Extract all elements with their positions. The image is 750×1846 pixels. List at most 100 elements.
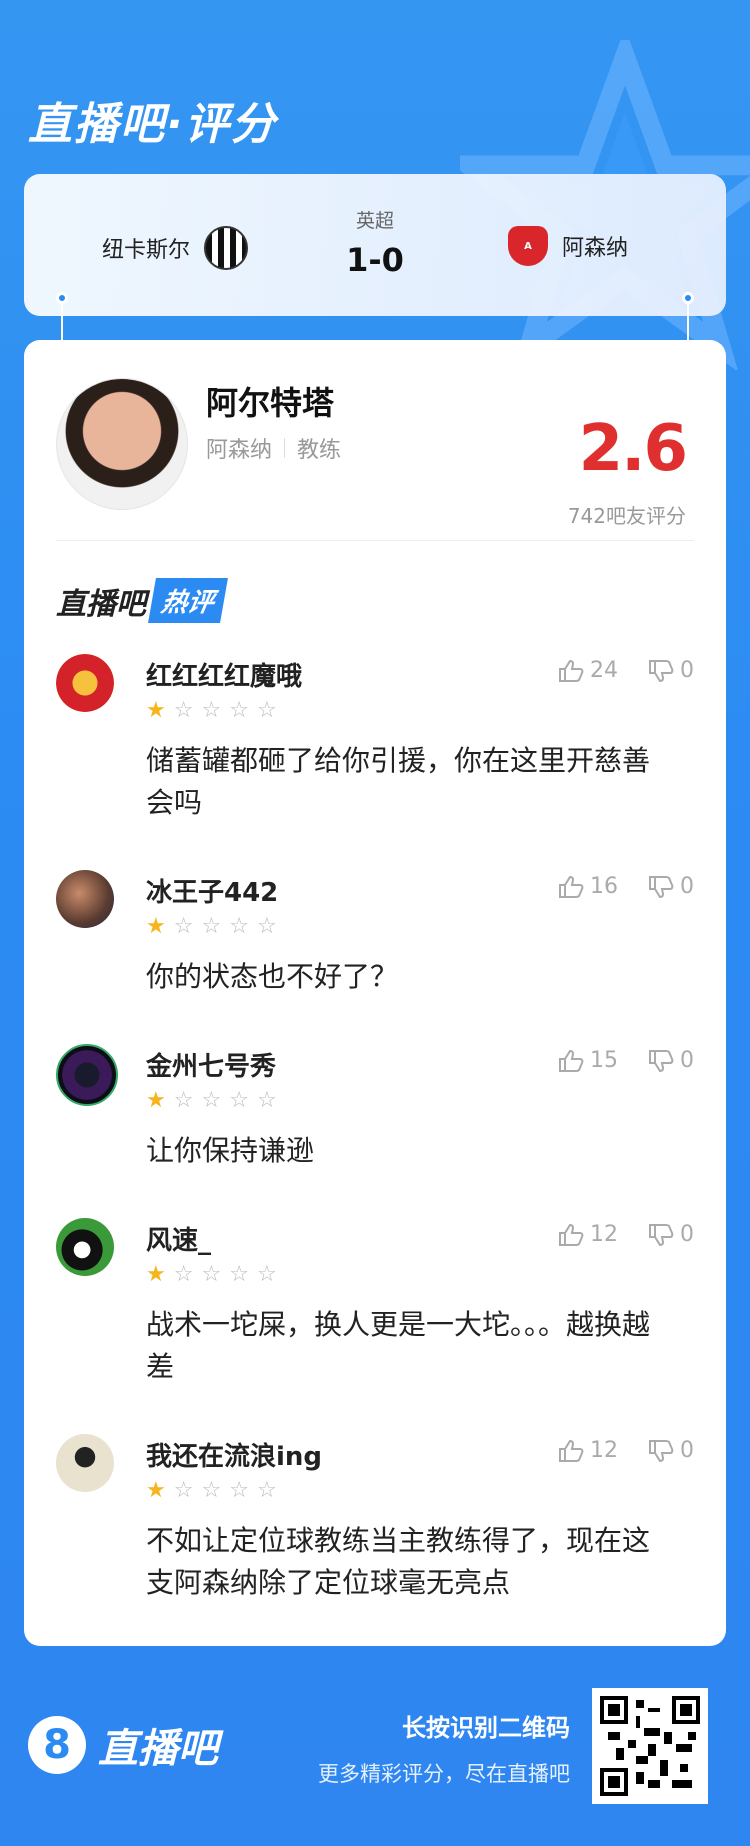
coach-team: 阿森纳 (206, 438, 273, 463)
star-empty-icon: ☆ (256, 1478, 277, 1503)
comment-item: 金州七号秀 ★ ☆ ☆ ☆ ☆ 15 0 让你保持谦逊 (56, 1044, 694, 1167)
star-empty-icon: ☆ (173, 1478, 194, 1503)
star-empty-icon: ☆ (173, 1262, 194, 1287)
billiard-ball-avatar (56, 1218, 114, 1276)
thumbs-down-icon (649, 659, 674, 682)
star-empty-icon: ☆ (256, 914, 277, 939)
dislike-count: 0 (680, 1222, 694, 1247)
star-empty-icon: ☆ (173, 914, 194, 939)
logo-mark-icon: 8 (28, 1716, 86, 1774)
star-filled-icon: ★ (146, 698, 166, 723)
comment-star-rating: ★ ☆ ☆ ☆ ☆ (146, 1264, 277, 1286)
comment-item: 冰王子442 ★ ☆ ☆ ☆ ☆ 16 0 你的状态也不好了？ (56, 870, 694, 993)
star-empty-icon: ☆ (256, 1088, 277, 1113)
qr-code[interactable] (592, 1688, 708, 1804)
star-empty-icon: ☆ (229, 914, 249, 939)
dislike-button[interactable]: 0 (648, 1222, 694, 1247)
dislike-count: 0 (680, 658, 694, 683)
coach-avatar (56, 378, 188, 510)
like-button[interactable]: 15 (558, 1048, 618, 1073)
comment-text: 你的状态也不好了？ (146, 960, 399, 993)
like-button[interactable]: 12 (558, 1438, 618, 1463)
hot-title-brand: 直播吧 (56, 586, 146, 622)
star-filled-icon: ★ (146, 1088, 166, 1113)
like-count: 24 (590, 658, 618, 683)
star-filled-icon: ★ (146, 914, 166, 939)
comment-item: 风速_ ★ ☆ ☆ ☆ ☆ 12 0 战术一坨屎，换人更是一大坨。。。越换越差 (56, 1218, 694, 1383)
page-title: 直播吧·评分 (28, 99, 277, 150)
star-empty-icon: ☆ (229, 1088, 249, 1113)
comment-text: 不如让定位球教练当主教练得了，现在这支阿森纳除了定位球毫无亮点 (146, 1524, 651, 1599)
thumbs-down-icon (649, 1223, 674, 1246)
comment-username[interactable]: 冰王子442 (146, 872, 278, 909)
dislike-count: 0 (680, 1438, 694, 1463)
star-empty-icon: ☆ (229, 1262, 249, 1287)
dislike-count: 0 (680, 874, 694, 899)
hot-comments-title: 直播吧 热评 (56, 578, 228, 623)
star-empty-icon: ☆ (201, 1088, 222, 1113)
like-button[interactable]: 12 (558, 1222, 618, 1247)
user-avatar (56, 1434, 114, 1492)
like-count: 12 (590, 1222, 618, 1247)
comment-username[interactable]: 金州七号秀 (146, 1046, 276, 1083)
qr-code-icon (600, 1696, 700, 1796)
hot-title-tag: 热评 (148, 578, 228, 623)
comment-username[interactable]: 红红红红魔哦 (146, 656, 302, 693)
section-divider (56, 540, 694, 541)
thumbs-up-icon (559, 1439, 584, 1462)
star-empty-icon: ☆ (229, 698, 249, 723)
star-empty-icon: ☆ (173, 698, 194, 723)
comment-star-rating: ★ ☆ ☆ ☆ ☆ (146, 916, 277, 938)
like-button[interactable]: 16 (558, 874, 618, 899)
thumbs-up-icon (559, 875, 584, 898)
coach-name: 阿尔特塔 (206, 384, 335, 422)
dislike-button[interactable]: 0 (648, 874, 694, 899)
comment-votes: 24 0 (558, 658, 694, 683)
comment-star-rating: ★ ☆ ☆ ☆ ☆ (146, 700, 277, 722)
away-team: A 阿森纳 (507, 226, 628, 266)
comment-votes: 12 0 (558, 1438, 694, 1463)
arsenal-badge-icon: A (507, 226, 548, 266)
thumbs-up-icon (559, 1049, 584, 1072)
comment-username[interactable]: 风速_ (146, 1220, 211, 1257)
comment-votes: 16 0 (558, 874, 694, 899)
thumbs-up-icon (559, 659, 584, 682)
thumbs-up-icon (559, 1223, 584, 1246)
like-count: 15 (590, 1048, 618, 1073)
dislike-button[interactable]: 0 (648, 658, 694, 683)
dislike-button[interactable]: 0 (648, 1438, 694, 1463)
star-empty-icon: ☆ (201, 698, 222, 723)
star-empty-icon: ☆ (201, 1262, 222, 1287)
star-empty-icon: ☆ (201, 914, 222, 939)
dislike-count: 0 (680, 1048, 694, 1073)
star-filled-icon: ★ (146, 1262, 166, 1287)
like-button[interactable]: 24 (558, 658, 618, 683)
rating-count: 742吧友评分 (567, 504, 686, 528)
thumbs-down-icon (649, 875, 674, 898)
match-card[interactable]: 纽卡斯尔 英超 1-0 A 阿森纳 (24, 174, 726, 316)
star-empty-icon: ☆ (173, 1088, 194, 1113)
like-count: 16 (590, 874, 618, 899)
comment-text: 储蓄罐都砸了给你引援，你在这里开慈善会吗 (146, 744, 651, 819)
coach-role: 教练 (297, 438, 342, 463)
coach-meta: 阿森纳 教练 (206, 432, 341, 464)
footer-logo: 8 直播吧 (28, 1716, 218, 1774)
comment-item: 红红红红魔哦 ★ ☆ ☆ ☆ ☆ 24 0 储蓄罐都砸了给你引援，你在这里开慈善… (56, 654, 694, 819)
comment-votes: 15 0 (558, 1048, 694, 1073)
rating-card: 阿尔特塔 阿森纳 教练 2.6 742吧友评分 直播吧 热评 红红红红魔哦 ★ … (24, 340, 726, 1646)
comment-star-rating: ★ ☆ ☆ ☆ ☆ (146, 1090, 277, 1112)
qr-prompt: 长按识别二维码 (402, 1714, 570, 1742)
star-empty-icon: ☆ (256, 1262, 277, 1287)
star-empty-icon: ☆ (201, 1478, 222, 1503)
comment-star-rating: ★ ☆ ☆ ☆ ☆ (146, 1480, 277, 1502)
star-empty-icon: ☆ (256, 698, 277, 723)
meta-divider (284, 438, 286, 458)
star-filled-icon: ★ (146, 1478, 166, 1503)
comment-text: 战术一坨屎，换人更是一大坨。。。越换越差 (146, 1308, 651, 1383)
user-avatar (56, 870, 114, 928)
dislike-button[interactable]: 0 (648, 1048, 694, 1073)
comment-username[interactable]: 我还在流浪ing (146, 1436, 322, 1473)
manchester-united-badge-icon (56, 654, 114, 712)
away-team-name: 阿森纳 (561, 236, 628, 261)
comment-item: 我还在流浪ing ★ ☆ ☆ ☆ ☆ 12 0 不如让定位球教练当主教练得了，现… (56, 1434, 694, 1599)
